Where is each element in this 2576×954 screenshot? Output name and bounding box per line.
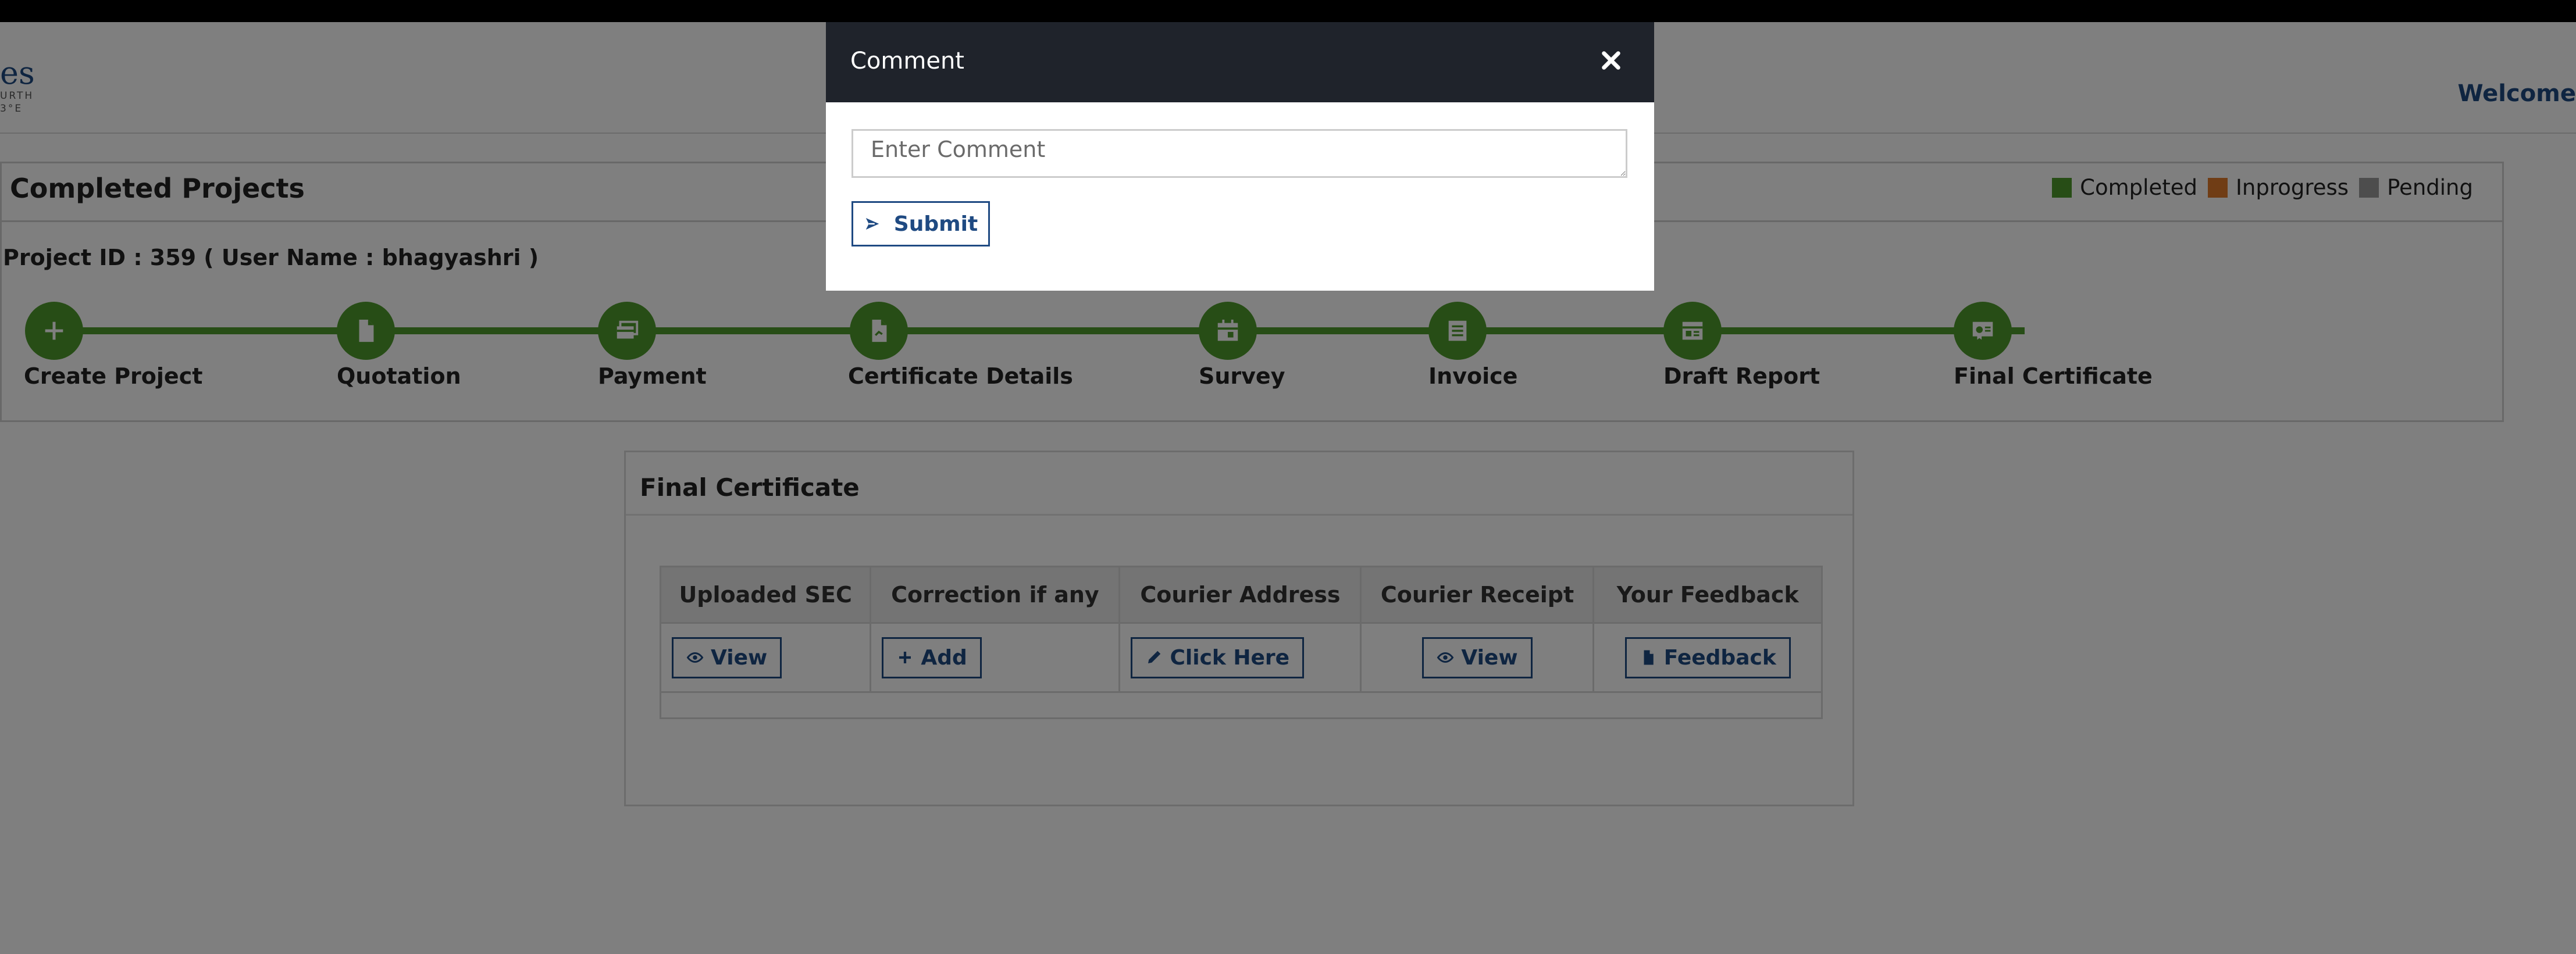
close-icon <box>1602 51 1620 70</box>
modal-title: Comment <box>850 48 964 74</box>
submit-button[interactable]: Submit <box>851 201 990 246</box>
comment-input[interactable] <box>851 129 1627 178</box>
send-icon <box>865 218 879 230</box>
close-button[interactable] <box>1594 43 1629 78</box>
modal-header: Comment <box>826 22 1654 102</box>
submit-label: Submit <box>893 212 978 236</box>
comment-modal: Comment Submit <box>826 22 1654 291</box>
